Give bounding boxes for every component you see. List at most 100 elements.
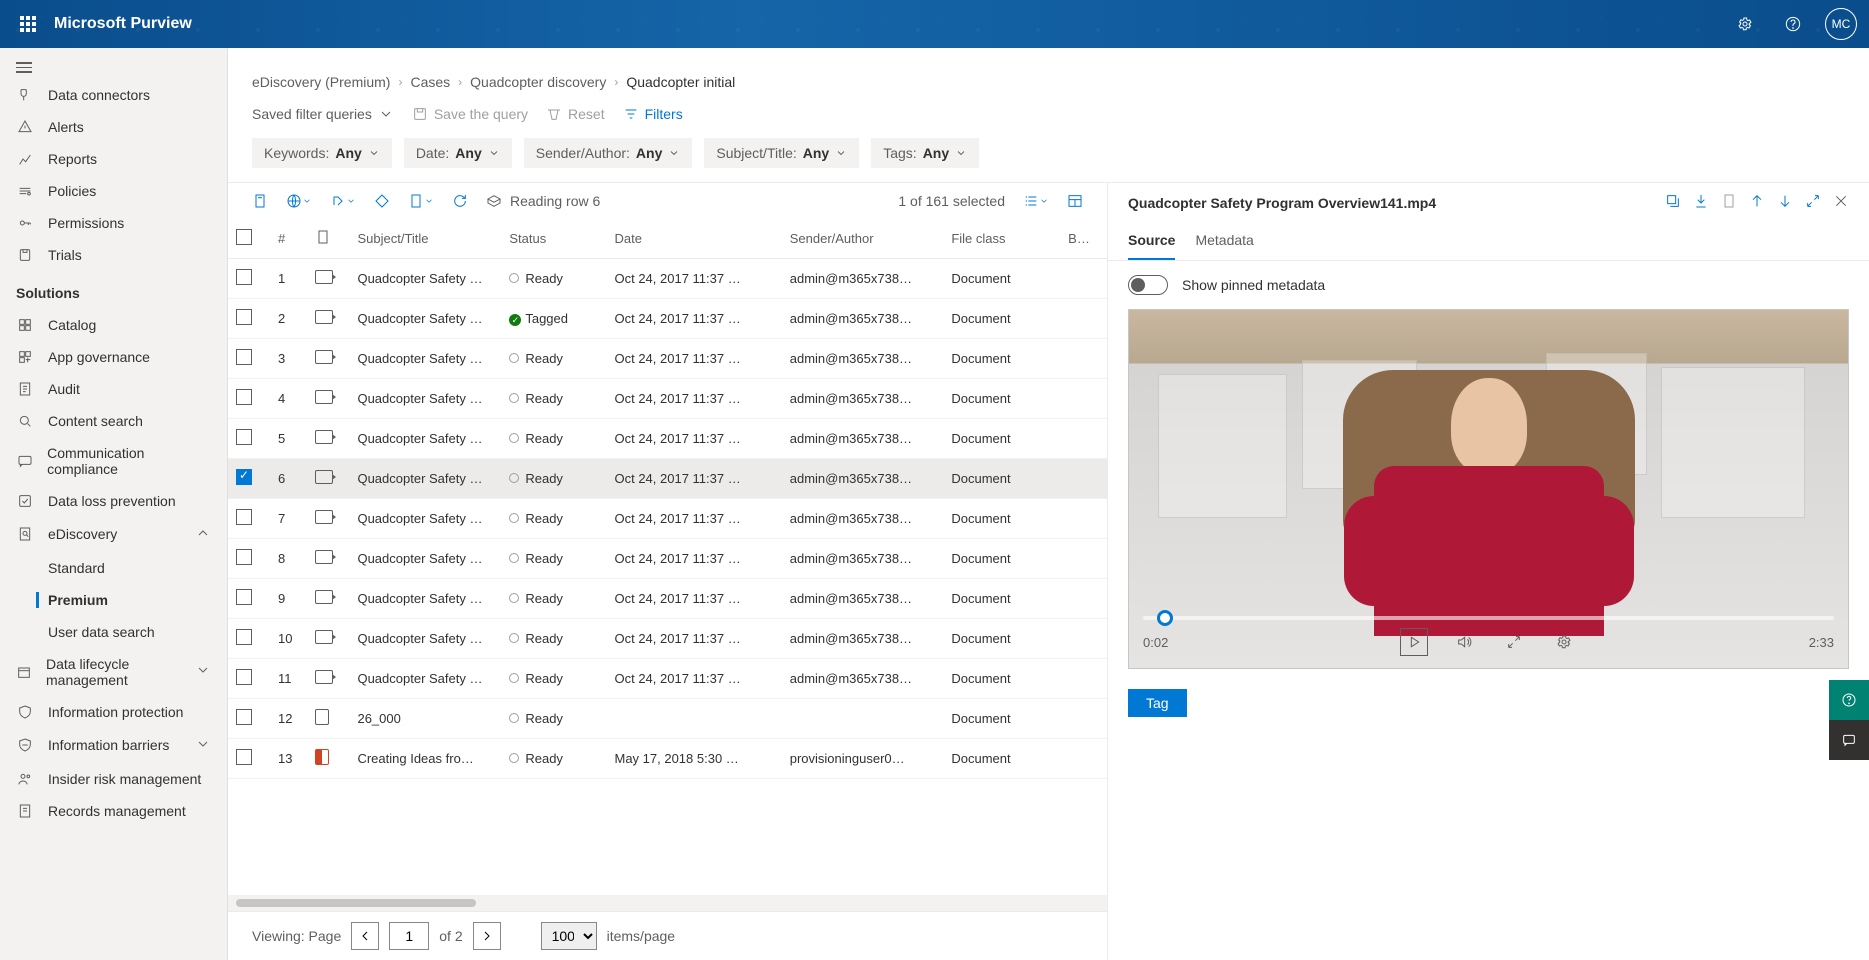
table-row[interactable]: 11Quadcopter Safety …ReadyOct 24, 2017 1… [228,659,1107,699]
sidebar-item-alerts[interactable]: Alerts [0,111,227,143]
row-checkbox[interactable] [236,749,252,765]
up-arrow-icon[interactable] [1749,193,1765,212]
row-checkbox[interactable] [236,309,252,325]
video-player[interactable]: 0:02 2:33 [1128,309,1849,669]
breadcrumb-item[interactable]: eDiscovery (Premium) [252,74,390,90]
sidebar-item-content-search[interactable]: Content search [0,405,227,437]
column-header[interactable]: Date [606,219,781,259]
sidebar-item-app-governance[interactable]: App governance [0,341,227,373]
page-input[interactable] [389,922,429,950]
row-checkbox[interactable] [236,709,252,725]
sidebar-item-information-barriers[interactable]: Information barriers [0,728,227,763]
table-row[interactable]: 2Quadcopter Safety …✓TaggedOct 24, 2017 … [228,299,1107,339]
row-checkbox[interactable] [236,269,252,285]
table-row[interactable]: 6Quadcopter Safety …ReadyOct 24, 2017 11… [228,459,1107,499]
saved-filter-queries[interactable]: Saved filter queries [252,106,394,122]
move-icon[interactable] [330,193,356,209]
table-row[interactable]: 1Quadcopter Safety …ReadyOct 24, 2017 11… [228,259,1107,299]
settings-icon[interactable] [1729,8,1761,40]
table-row[interactable]: 13Creating Ideas fro…ReadyMay 17, 2018 5… [228,739,1107,779]
table-row[interactable]: 3Quadcopter Safety …ReadyOct 24, 2017 11… [228,339,1107,379]
row-checkbox[interactable] [236,429,252,445]
select-all-checkbox[interactable] [236,229,252,245]
fullscreen-icon[interactable] [1500,628,1528,656]
sidebar-item-policies[interactable]: Policies [0,175,227,207]
tag-outline-icon[interactable] [374,193,390,209]
filter-pill-keywords[interactable]: Keywords: Any [252,138,392,168]
breadcrumb-item[interactable]: Cases [410,74,450,90]
sidebar-item-standard[interactable]: Standard [30,552,227,584]
per-page-select[interactable]: 100 [541,922,597,950]
filter-pill-date[interactable]: Date: Any [404,138,512,168]
sidebar-item-communication-compliance[interactable]: Communication compliance [0,437,227,485]
sidebar-item-data-lifecycle-management[interactable]: Data lifecycle management [0,648,227,696]
row-checkbox[interactable] [236,509,252,525]
doc-add-icon[interactable] [408,193,434,209]
sidebar-item-insider-risk-management[interactable]: Insider risk management [0,763,227,795]
close-icon[interactable] [1833,193,1849,212]
table-row[interactable]: 5Quadcopter Safety …ReadyOct 24, 2017 11… [228,419,1107,459]
sidebar-item-ediscovery[interactable]: eDiscovery [0,517,227,552]
table-row[interactable]: 10Quadcopter Safety …ReadyOct 24, 2017 1… [228,619,1107,659]
tag-button[interactable]: Tag [1128,689,1187,717]
volume-icon[interactable] [1450,628,1478,656]
expand-icon[interactable] [1805,193,1821,212]
sidebar-item-permissions[interactable]: Permissions [0,207,227,239]
row-checkbox[interactable] [236,349,252,365]
column-header[interactable]: B… [1060,219,1107,259]
row-checkbox[interactable] [236,589,252,605]
column-header[interactable]: File class [943,219,1060,259]
sidebar-item-data-connectors[interactable]: Data connectors [0,79,227,111]
sidebar-collapse[interactable] [0,56,227,79]
user-avatar[interactable]: MC [1825,8,1857,40]
sidebar-item-records-management[interactable]: Records management [0,795,227,827]
next-page-button[interactable] [473,922,501,950]
popout-icon[interactable] [1665,193,1681,212]
filter-pill-subjecttitle[interactable]: Subject/Title: Any [704,138,859,168]
sidebar-item-catalog[interactable]: Catalog [0,309,227,341]
tab-metadata[interactable]: Metadata [1195,222,1253,260]
breadcrumb-item[interactable]: Quadcopter discovery [470,74,606,90]
table-row[interactable]: 4Quadcopter Safety …ReadyOct 24, 2017 11… [228,379,1107,419]
down-arrow-icon[interactable] [1777,193,1793,212]
row-checkbox[interactable] [236,389,252,405]
feedback-fab[interactable] [1829,720,1869,760]
filters[interactable]: Filters [623,106,683,122]
column-header[interactable]: Subject/Title [349,219,501,259]
sidebar-item-user-data-search[interactable]: User data search [30,616,227,648]
play-button[interactable] [1400,628,1428,656]
video-seek[interactable] [1143,616,1834,620]
column-header[interactable]: # [270,219,307,259]
table-row[interactable]: 7Quadcopter Safety …ReadyOct 24, 2017 11… [228,499,1107,539]
sidebar-item-trials[interactable]: Trials [0,239,227,271]
layout-icon[interactable] [1067,193,1083,209]
table-row[interactable]: 9Quadcopter Safety …ReadyOct 24, 2017 11… [228,579,1107,619]
row-checkbox[interactable] [236,629,252,645]
help-fab[interactable] [1829,680,1869,720]
row-checkbox[interactable] [236,669,252,685]
video-settings-icon[interactable] [1550,628,1578,656]
pinned-metadata-toggle[interactable] [1128,275,1168,295]
row-checkbox[interactable] [236,549,252,565]
document-icon[interactable] [1721,193,1737,212]
sidebar-item-audit[interactable]: Audit [0,373,227,405]
table-row[interactable]: 1226_000ReadyDocument [228,699,1107,739]
sidebar-item-premium[interactable]: Premium [30,584,227,616]
tab-source[interactable]: Source [1128,222,1175,260]
globe-icon[interactable] [286,193,312,209]
app-launcher[interactable] [12,8,44,40]
refresh-icon[interactable] [452,193,468,209]
filter-pill-senderauthor[interactable]: Sender/Author: Any [524,138,693,168]
column-header[interactable]: Sender/Author [782,219,944,259]
row-checkbox[interactable] [236,469,252,485]
column-header[interactable] [307,219,349,259]
list-view-icon[interactable] [1023,193,1049,209]
horizontal-scrollbar[interactable] [228,895,1107,911]
sidebar-item-information-protection[interactable]: Information protection [0,696,227,728]
help-icon[interactable] [1777,8,1809,40]
filter-pill-tags[interactable]: Tags: Any [871,138,979,168]
table-row[interactable]: 8Quadcopter Safety …ReadyOct 24, 2017 11… [228,539,1107,579]
sidebar-item-data-loss-prevention[interactable]: Data loss prevention [0,485,227,517]
download-icon[interactable] [1693,193,1709,212]
column-header[interactable] [228,219,270,259]
